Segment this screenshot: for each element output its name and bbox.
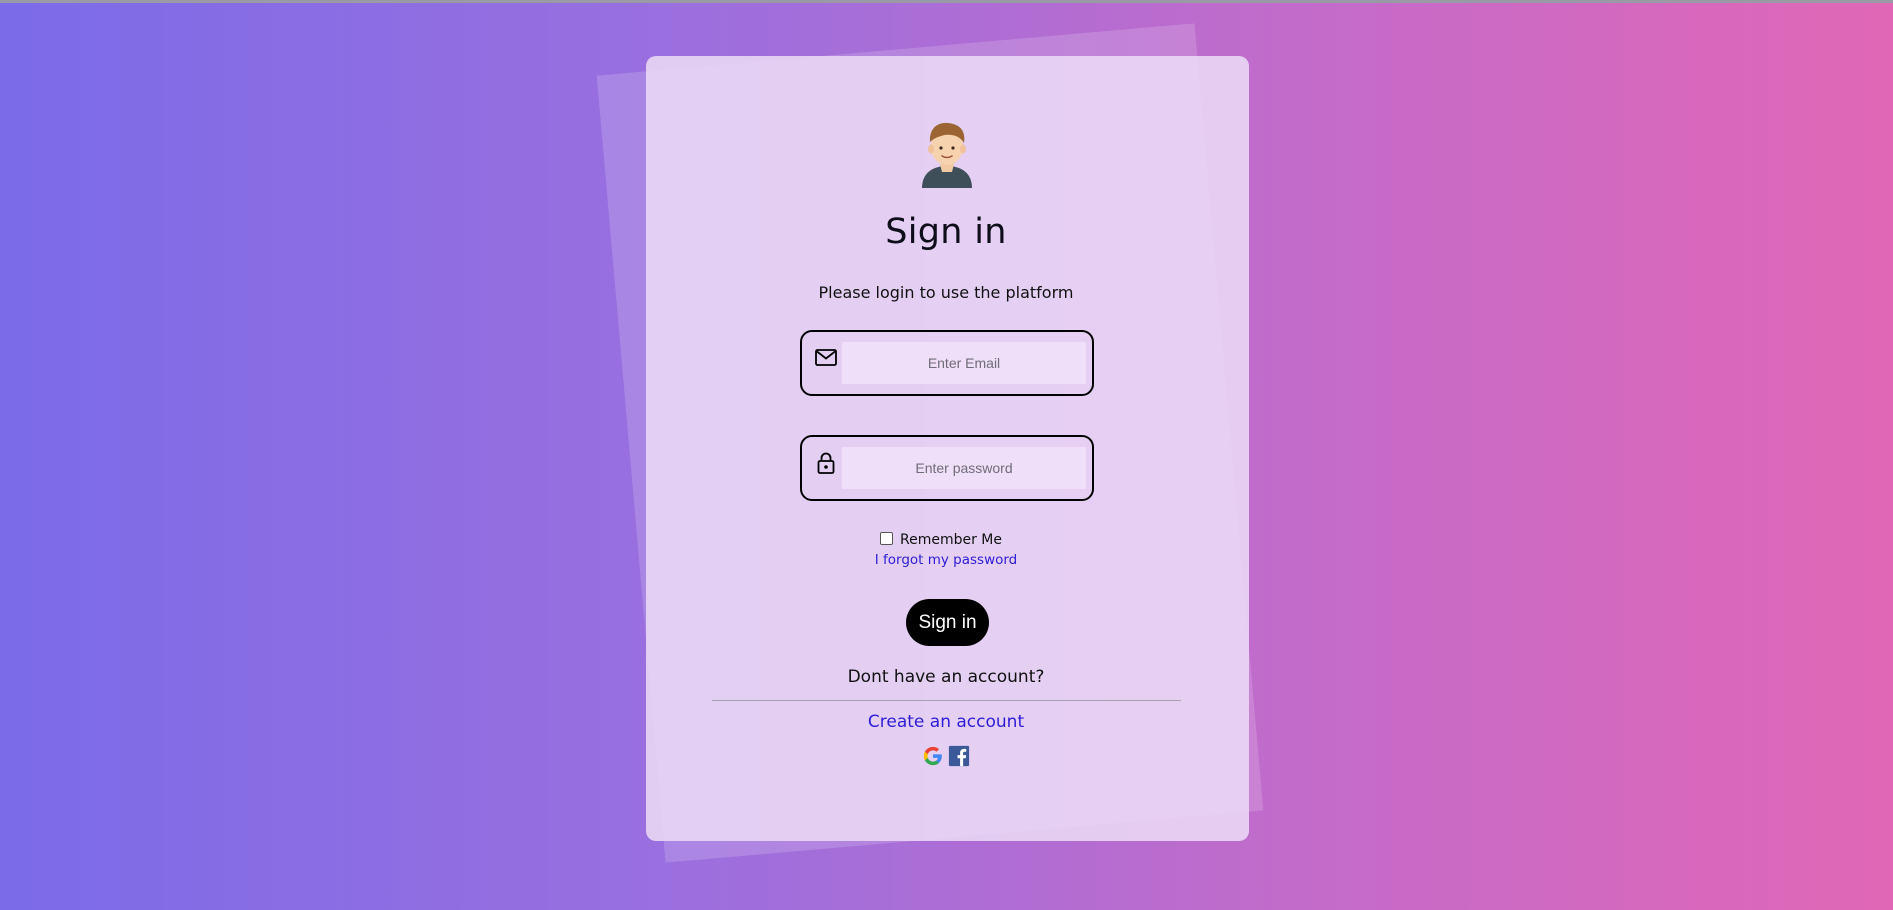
email-input[interactable] — [842, 342, 1086, 384]
divider — [712, 700, 1181, 701]
avatar-icon — [922, 122, 972, 188]
email-field-group — [800, 330, 1094, 396]
password-input[interactable] — [842, 447, 1086, 489]
remember-me-label: Remember Me — [900, 532, 1002, 548]
google-icon[interactable] — [922, 745, 944, 767]
social-login-icons — [922, 745, 970, 767]
remember-me-row: Remember Me — [880, 530, 1002, 550]
remember-me-checkbox[interactable] — [880, 531, 893, 545]
no-account-text: Dont have an account? — [847, 667, 1045, 687]
page-title: Sign in — [885, 212, 1007, 252]
sign-in-button[interactable]: Sign in — [906, 599, 989, 646]
lock-icon — [817, 452, 835, 474]
forgot-password-link[interactable]: I forgot my password — [846, 552, 1046, 568]
password-field-group — [800, 435, 1094, 501]
mail-icon — [815, 349, 837, 366]
window-top-border — [0, 0, 1893, 3]
create-account-link[interactable]: Create an account — [746, 712, 1146, 732]
page-subtitle: Please login to use the platform — [818, 283, 1074, 302]
facebook-icon[interactable] — [948, 745, 970, 767]
